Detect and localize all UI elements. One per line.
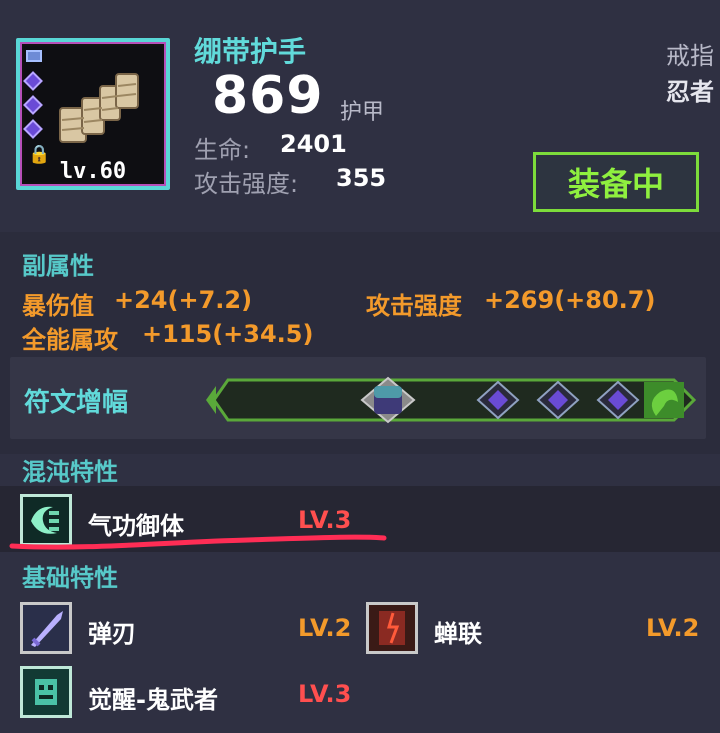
equipped-button[interactable]: 装备中 [533, 152, 699, 212]
stat-label-attack: 攻击强度: [194, 170, 299, 198]
basic-trait-level-3: LV.3 [298, 680, 352, 708]
sub-attr-allelem-label: 全能属攻 [22, 326, 118, 354]
sub-attr-attack-value: +269(+80.7) [484, 286, 656, 314]
sub-attr-crit-value: +24(+7.2) [114, 286, 253, 314]
item-header: 🔒 lv.60 绷带护手 869 护甲 生命: 2401 攻击强度: 355 戒… [0, 0, 720, 232]
rune-track-icon [206, 376, 697, 424]
class-name: 忍者 [666, 78, 714, 106]
stat-label-hp: 生命: [194, 136, 251, 164]
armor-value: 869 [212, 66, 324, 126]
basic-traits-title: 基础特性 [22, 564, 118, 592]
stat-value-attack: 355 [336, 164, 387, 192]
stat-value-hp: 2401 [280, 130, 347, 158]
item-name: 绷带护手 [194, 35, 307, 68]
sub-attributes-title: 副属性 [22, 252, 94, 280]
rune-amplify-label: 符文增幅 [24, 388, 129, 418]
sub-attr-allelem-value: +115(+34.5) [142, 320, 314, 348]
basic-trait-name-2: 蝉联 [434, 620, 482, 648]
item-detail-panel: 🔒 lv.60 绷带护手 869 护甲 生命: 2401 攻击强度: 355 戒… [0, 0, 720, 733]
item-icon-frame[interactable]: 🔒 lv.60 [16, 38, 170, 190]
gem-slot-icon [26, 50, 42, 62]
basic-trait-level-2: LV.2 [646, 614, 700, 642]
red-underline-annotation [9, 534, 387, 550]
bandage-gauntlet-icon [59, 73, 139, 143]
ghost-warrior-icon [20, 666, 72, 718]
chaos-traits-title: 混沌特性 [22, 458, 118, 486]
basic-trait-level-1: LV.2 [298, 614, 352, 642]
basic-trait-name-3: 觉醒-鬼武者 [88, 686, 218, 714]
basic-trait-name-1: 弹刃 [88, 620, 136, 648]
sub-attr-crit-label: 暴伤值 [22, 292, 94, 320]
sub-attr-attack-label: 攻击强度 [366, 292, 462, 320]
armor-label: 护甲 [340, 100, 385, 125]
spring-blade-icon [20, 602, 72, 654]
slot-type: 戒指 [666, 42, 714, 70]
item-level: lv.60 [59, 159, 127, 184]
cicada-chain-icon [366, 602, 418, 654]
